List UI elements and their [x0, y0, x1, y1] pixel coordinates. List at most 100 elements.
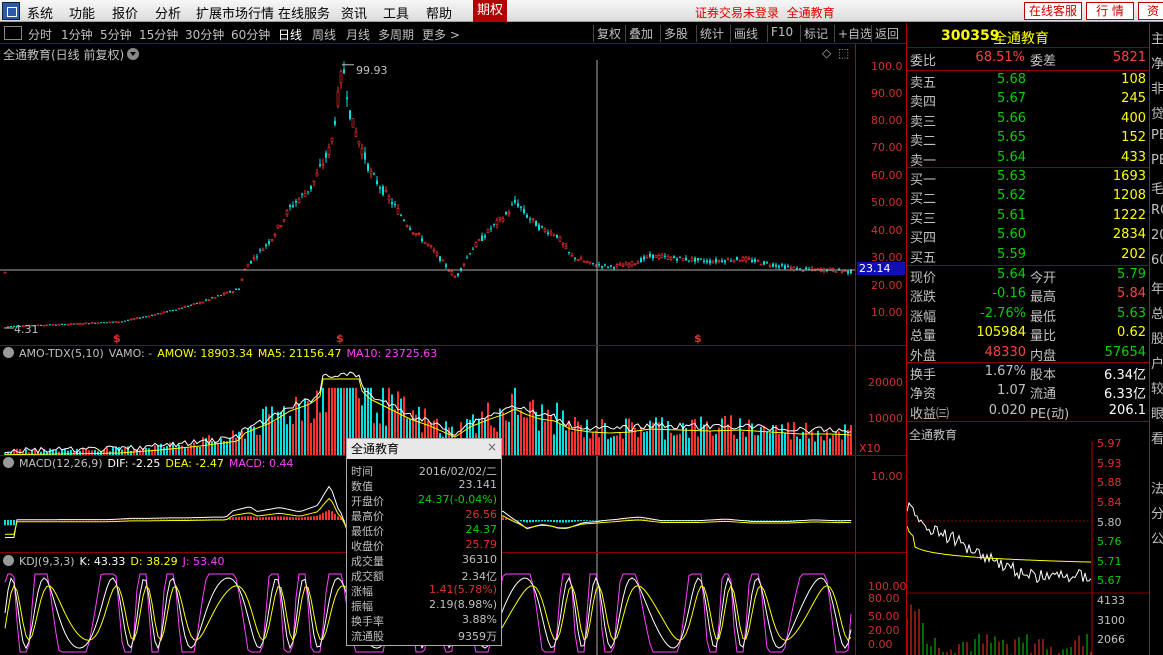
order-book-row[interactable]: 买一 5.63 1693 — [907, 169, 1150, 188]
volume-bar — [511, 393, 513, 455]
order-book-row[interactable]: 卖三 5.66 400 — [907, 111, 1150, 130]
candle-body — [45, 324, 49, 327]
volume-indicator-label: AMO-TDX(5,10) VAMO: - AMOW: 18903.34 MA5: 2… — [3, 347, 442, 360]
macd-name[interactable]: MACD(12,26,9) — [19, 457, 103, 470]
login-link[interactable]: 全通教育 — [787, 6, 835, 20]
indicator-menu-icon[interactable] — [3, 555, 14, 566]
order-book-row[interactable]: 卖五 5.68 108 — [907, 72, 1150, 91]
period-monthly[interactable]: 月线 — [346, 26, 370, 43]
indicator-menu-icon[interactable] — [3, 457, 14, 468]
candle-body — [759, 263, 763, 266]
candle-body — [301, 193, 303, 195]
tool-f10[interactable]: F10 — [767, 25, 796, 42]
indicator-menu-icon[interactable] — [3, 347, 14, 358]
period-timeshare[interactable]: 分时 — [28, 26, 52, 43]
macd-indicator-label: MACD(12,26,9) DIF: -2.25 DEA: -2.47 MACD: 0… — [3, 457, 299, 470]
kdj-name[interactable]: KDJ(9,3,3) — [19, 555, 75, 568]
menu-online-service[interactable]: 在线服务 — [278, 3, 330, 22]
period-more[interactable]: 更多 > — [422, 26, 460, 43]
tool-add-favorite[interactable]: +自选 — [834, 25, 875, 42]
tool-draw[interactable]: 画线 — [730, 25, 761, 42]
candle-body — [664, 255, 666, 257]
candle-body — [543, 228, 547, 232]
mini-y-tick: 5.67 — [1097, 574, 1122, 587]
candle-body — [220, 294, 222, 296]
candle-body — [172, 310, 174, 312]
period-multi[interactable]: 多周期 — [378, 26, 414, 43]
expand-icon[interactable]: ⬚ — [838, 46, 849, 60]
online-service-button[interactable]: 在线客服 — [1024, 2, 1082, 20]
macd-bar — [571, 520, 573, 523]
order-book-row[interactable]: 卖四 5.67 245 — [907, 91, 1150, 110]
candle-body — [153, 314, 157, 316]
menu-quote[interactable]: 报价 — [112, 3, 138, 22]
menu-tools[interactable]: 工具 — [383, 3, 409, 22]
tool-mark[interactable]: 标记 — [800, 25, 831, 42]
order-book-row[interactable]: 卖二 5.65 152 — [907, 130, 1150, 149]
tool-fuquan[interactable]: 复权 — [593, 25, 624, 42]
mini-y-tick: 3100 — [1097, 614, 1125, 627]
period-60min[interactable]: 60分钟 — [231, 26, 270, 43]
volume-bar — [568, 420, 570, 455]
back-icon[interactable] — [4, 26, 22, 40]
macd-bar — [268, 516, 270, 520]
candle-body — [466, 257, 468, 259]
app-logo-icon[interactable] — [2, 2, 20, 20]
menu-help[interactable]: 帮助 — [426, 3, 452, 22]
side-label: 户 — [1151, 357, 1163, 372]
candle-body — [694, 257, 696, 262]
period-daily[interactable]: 日线 — [278, 26, 302, 43]
menu-system[interactable]: 系统 — [27, 3, 53, 22]
tool-overlay[interactable]: 叠加 — [625, 25, 656, 42]
period-30min[interactable]: 30分钟 — [185, 26, 224, 43]
macd-bar — [787, 520, 789, 521]
candle-body — [432, 249, 436, 252]
candle-body — [738, 259, 742, 262]
candle-body — [373, 173, 375, 175]
tool-multi-stock[interactable]: 多股 — [660, 25, 691, 42]
menu-news[interactable]: 资讯 — [341, 3, 367, 22]
menu-ext-market[interactable]: 扩展市场行情 — [196, 3, 274, 22]
volume-name[interactable]: AMO-TDX(5,10) — [19, 347, 104, 360]
candle-body — [726, 258, 730, 261]
candle-body — [225, 291, 229, 294]
period-weekly[interactable]: 周线 — [312, 26, 336, 43]
stat-value: 5.84 — [1117, 286, 1146, 302]
menu-analysis[interactable]: 分析 — [155, 3, 181, 22]
candle-body — [327, 147, 331, 155]
macd-bar — [280, 516, 282, 520]
period-5min[interactable]: 5分钟 — [100, 26, 132, 43]
volume-bar — [616, 435, 618, 455]
macd-bar — [721, 519, 723, 521]
menu-function[interactable]: 功能 — [69, 3, 95, 22]
macd-bar — [241, 516, 243, 520]
candle-body — [715, 259, 717, 263]
order-book-row[interactable]: 买五 5.59 202 — [907, 247, 1150, 266]
volume-bar — [733, 434, 735, 455]
period-1min[interactable]: 1分钟 — [61, 26, 93, 43]
mini-y-tick: 5.88 — [1097, 476, 1122, 489]
candle-body — [484, 235, 486, 238]
mini-y-tick: 5.80 — [1097, 516, 1122, 529]
order-book-row[interactable]: 买三 5.61 1222 — [907, 208, 1150, 227]
volume-bar — [742, 431, 744, 455]
login-status[interactable]: 证券交易未登录 全通教育 — [695, 4, 835, 21]
order-book-row[interactable]: 卖一 5.64 433 — [907, 150, 1150, 169]
y-tick: 50.00 — [868, 610, 900, 623]
quote-button[interactable]: 行 情 — [1086, 2, 1134, 20]
candle-body — [51, 324, 55, 326]
trade-button[interactable]: 资 — [1138, 2, 1163, 20]
macd-bar — [337, 516, 339, 520]
period-15min[interactable]: 15分钟 — [139, 26, 178, 43]
tool-back[interactable]: 返回 — [871, 25, 902, 42]
candle-body — [315, 173, 319, 177]
stat-value: -2.76% — [980, 305, 1026, 321]
close-icon[interactable]: × — [487, 440, 497, 454]
menu-options[interactable]: 期权 — [473, 0, 507, 22]
candle-body — [768, 265, 772, 267]
order-book-row[interactable]: 买二 5.62 1208 — [907, 188, 1150, 207]
tool-stats[interactable]: 统计 — [696, 25, 727, 42]
dropdown-icon[interactable] — [127, 48, 140, 60]
diamond-icon[interactable]: ◇ — [822, 46, 831, 60]
order-book-row[interactable]: 买四 5.60 2834 — [907, 227, 1150, 246]
